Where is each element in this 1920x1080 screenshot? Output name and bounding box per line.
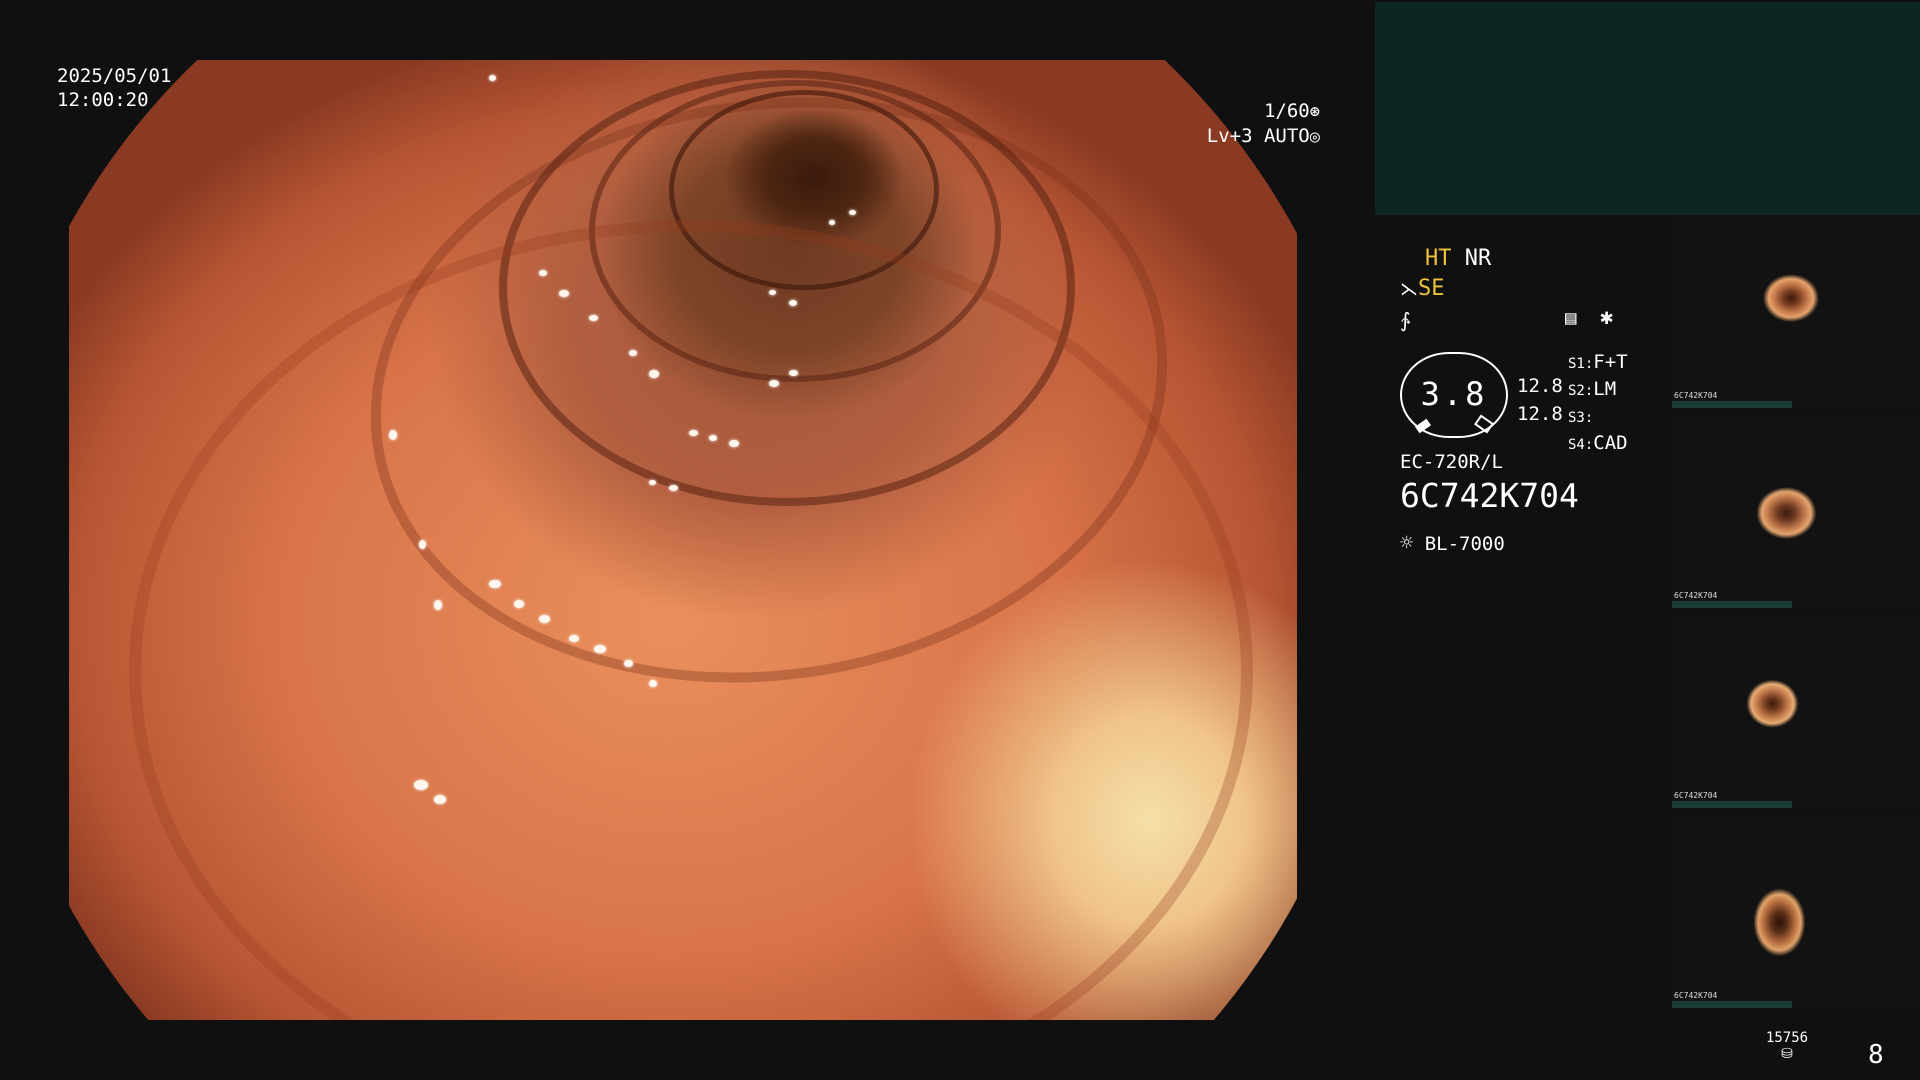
ratio-upper: 12.8 (1517, 375, 1563, 397)
switch-row-s3: S3: (1568, 410, 1594, 426)
thumbnail-label: 6C742K704 (1674, 991, 1718, 1000)
scope-model: EC-720R/L (1400, 451, 1503, 473)
switch-assignments: S1:F+T S2:LM S3: S4:CAD (1568, 350, 1628, 458)
thumbnail-4[interactable]: 6C742K704 (1672, 818, 1918, 1008)
magnification-gauge: 3.8 (1400, 352, 1508, 438)
filter-icon: ∱ (1400, 308, 1411, 332)
scope-switch-icon: ⋋ (1400, 279, 1418, 300)
switch-row-s2: S2:LM (1568, 378, 1617, 400)
gauge-marker-left (1414, 418, 1432, 434)
thumbnail-label: 6C742K704 (1674, 391, 1718, 400)
se-indicator: SE (1418, 276, 1445, 301)
storage-icon: ⛁ (1781, 1046, 1793, 1062)
monitor-panel (1375, 2, 1920, 215)
capture-datetime: 2025/05/01 12:00:20 (57, 64, 171, 112)
switch-row-s4: S4:CAD (1568, 432, 1628, 454)
capture-date: 2025/05/01 (57, 65, 172, 87)
shutter-icon: ⊛ (1309, 102, 1320, 122)
memo-icon: ▤ (1565, 307, 1577, 329)
exposure-level: Lv+3 (1206, 125, 1253, 147)
iris-icon: ◎ (1309, 127, 1320, 147)
magnification-value: 3.8 (1420, 375, 1488, 413)
thumbnail-2[interactable]: 6C742K704 (1672, 418, 1918, 608)
capture-time: 12:00:20 (57, 89, 149, 111)
scope-serial: 6C742K704 (1400, 476, 1579, 515)
page-number: 8 (1868, 1040, 1884, 1070)
storage-info: 15756 ⛁ (1764, 1030, 1810, 1062)
thumbnail-label: 6C742K704 (1674, 791, 1718, 800)
exposure-info: 1/60⊛ Lv+3 AUTO◎ (1190, 99, 1320, 149)
exposure-mode: AUTO (1263, 125, 1310, 147)
gauge-marker-right (1474, 414, 1494, 434)
ht-indicator: HT (1425, 246, 1452, 271)
light-source-model: BL-7000 (1424, 533, 1505, 555)
thumbnail-3[interactable]: 6C742K704 (1672, 618, 1918, 808)
thumbnail-1[interactable]: 6C742K704 (1672, 218, 1918, 408)
light-source: ☼ BL-7000 (1400, 532, 1505, 556)
storage-count: 15756 (1765, 1030, 1809, 1046)
lamp-icon: ☼ (1400, 531, 1414, 556)
nr-indicator: NR (1464, 246, 1492, 271)
switch-row-s1: S1:F+T (1568, 351, 1628, 373)
shutter-speed: 1/60 (1263, 100, 1310, 122)
thumbnail-label: 6C742K704 (1674, 591, 1718, 600)
asterisk-icon: ✱ (1600, 305, 1614, 330)
enhancement-info: HT NR ⋋SE ∱ (1400, 244, 1491, 335)
endoscope-view (69, 60, 1297, 1020)
magnification-ratios: 12.8 12.8 (1517, 372, 1563, 428)
ratio-lower: 12.8 (1517, 403, 1563, 425)
